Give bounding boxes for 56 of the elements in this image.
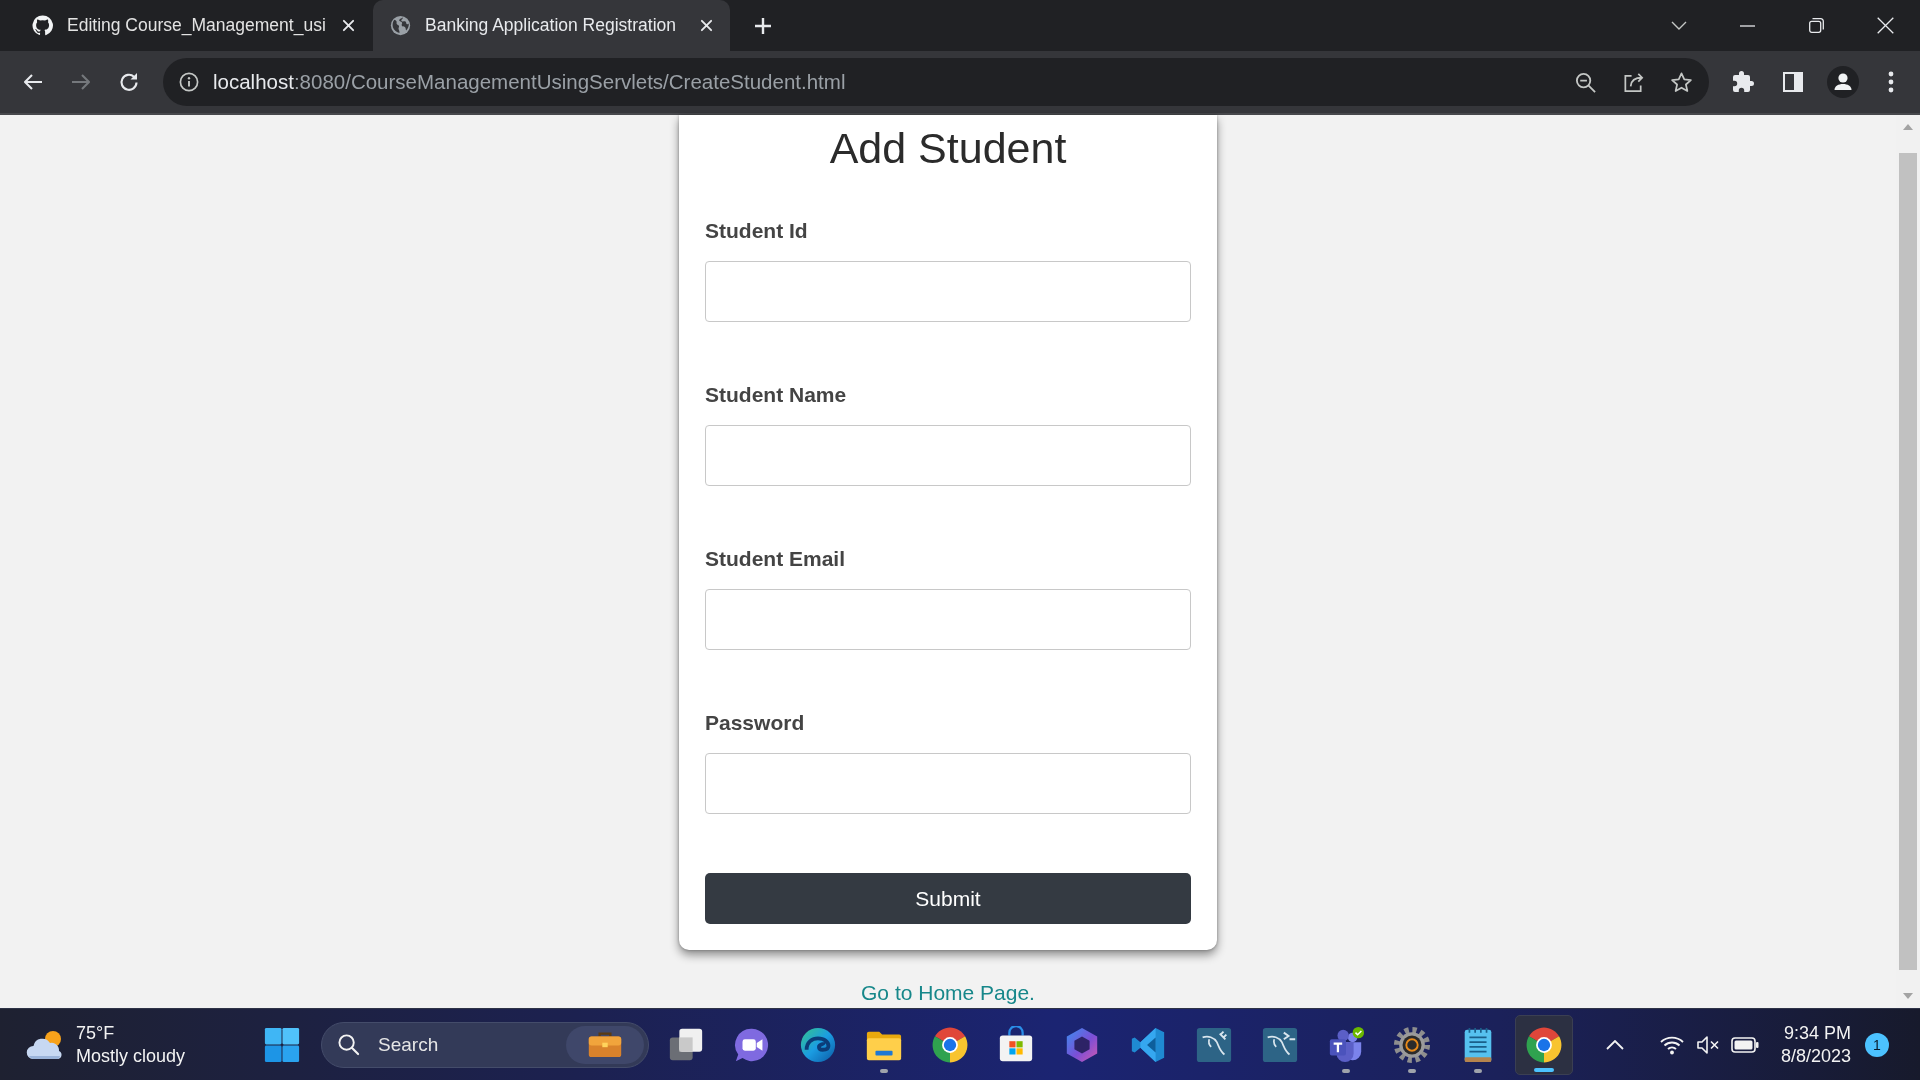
clock-date: 8/8/2023 <box>1780 1044 1851 1068</box>
chevron-down-icon[interactable] <box>1671 21 1687 30</box>
wifi-icon[interactable] <box>1659 1034 1684 1055</box>
search-icon <box>337 1033 360 1056</box>
text-input-field[interactable] <box>705 425 1191 486</box>
field-label: Student Name <box>705 382 847 408</box>
speaker-muted-icon[interactable] <box>1695 1034 1720 1055</box>
field-label: Student Id <box>705 218 808 244</box>
profile-avatar-icon[interactable] <box>1827 66 1859 98</box>
team-people-icon[interactable] <box>1327 1025 1365 1064</box>
bookmark-star-icon[interactable] <box>1670 70 1693 94</box>
clock-time: 9:34 PM <box>1783 1021 1851 1045</box>
form-title: Add Student <box>828 123 1068 174</box>
folded-ribbon-icon[interactable] <box>1129 1025 1167 1064</box>
zoom-out-icon[interactable] <box>1574 70 1597 94</box>
side-panel-icon[interactable] <box>1781 70 1805 94</box>
cat-logo-icon <box>32 15 53 36</box>
new-tab-plus-icon[interactable] <box>754 16 772 35</box>
shopping-bag-icon[interactable] <box>997 1025 1035 1064</box>
more-menu-icon[interactable] <box>1888 71 1894 93</box>
search-input-field[interactable]: Search <box>378 1028 566 1061</box>
globe-icon <box>390 15 411 36</box>
weather-condition: Mostly cloudy <box>76 1044 186 1068</box>
swirl-logo-icon[interactable] <box>799 1025 837 1064</box>
tab-close-icon[interactable] <box>700 19 713 32</box>
active-app-tile[interactable] <box>1515 1014 1573 1075</box>
field-label: Password <box>705 710 805 736</box>
text-input-field[interactable] <box>705 589 1191 650</box>
browser-tab[interactable]: Banking Application Registration <box>373 0 730 51</box>
text-input-field[interactable] <box>705 261 1191 322</box>
gear-icon[interactable] <box>1393 1025 1431 1064</box>
weather-temperature: 75°F <box>76 1021 116 1045</box>
tricolor-circle-icon[interactable] <box>1525 1025 1563 1064</box>
chevron-up-icon[interactable] <box>1605 1039 1624 1050</box>
address-bar[interactable]: localhost:8080/CourseManagementUsingServlets/CreateStudent.html <box>163 58 1709 106</box>
home-page-link[interactable]: Go to Home Page. <box>861 980 1035 1005</box>
close-icon[interactable] <box>1877 17 1894 34</box>
taskbar-search-box[interactable]: Search <box>321 1021 649 1068</box>
info-icon[interactable] <box>179 72 199 92</box>
curve-wrench-tile-icon[interactable] <box>1195 1025 1233 1064</box>
text-input-field[interactable] <box>705 753 1191 814</box>
tab-close-icon[interactable] <box>342 19 355 32</box>
briefcase-icon <box>587 1030 623 1059</box>
scroll-thumb[interactable] <box>1899 153 1917 970</box>
submit-button[interactable]: Submit <box>705 873 1191 924</box>
battery-icon[interactable] <box>1730 1036 1759 1053</box>
puzzle-piece-icon[interactable] <box>1731 70 1755 94</box>
briefcase-button[interactable] <box>566 1025 644 1064</box>
curve-prompt-tile-icon[interactable] <box>1261 1025 1299 1064</box>
minimize-icon[interactable] <box>1740 24 1755 27</box>
browser-tab[interactable]: Editing Course_Management_usi <box>15 0 372 51</box>
start-icon[interactable] <box>263 1025 301 1064</box>
restore-icon[interactable] <box>1809 18 1824 33</box>
field-label: Student Email <box>705 546 846 572</box>
tricolor-circle-icon[interactable] <box>931 1025 969 1064</box>
notification-badge[interactable]: 1 <box>1865 1032 1889 1057</box>
